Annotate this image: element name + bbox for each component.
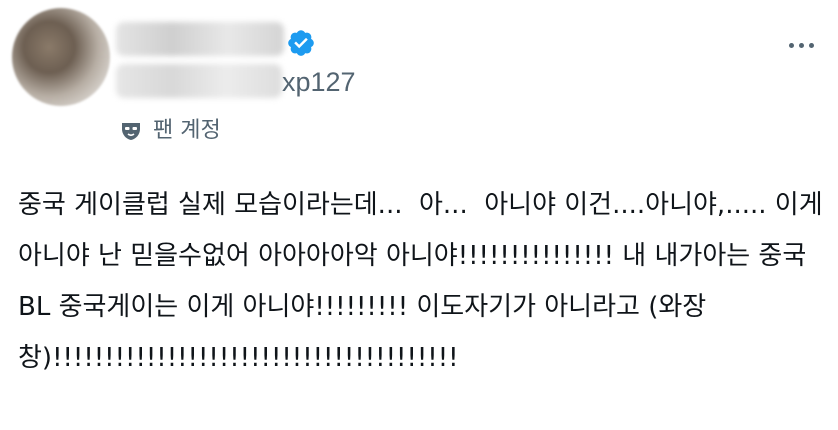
tweet-text: 중국 게이클럽 실제 모습이라는데... 아... 아니야 이건....아니야,…: [18, 190, 823, 373]
more-options-icon: [788, 42, 794, 48]
fan-account-label: 팬 계정: [153, 118, 221, 143]
tweet-card: xp127 팬 계정 중국 게이클럽 실제 모습이라는데... 아... 아니야…: [0, 0, 838, 430]
more-options-button[interactable]: [780, 30, 822, 60]
verified-badge-icon: [288, 30, 314, 56]
fan-account-badge: 팬 계정: [119, 114, 221, 148]
handle-suffix[interactable]: xp127: [282, 66, 356, 98]
avatar[interactable]: [12, 8, 110, 106]
display-name-blurred[interactable]: [116, 22, 284, 56]
fan-mask-icon: [122, 123, 140, 140]
handle-blurred[interactable]: [116, 64, 282, 98]
